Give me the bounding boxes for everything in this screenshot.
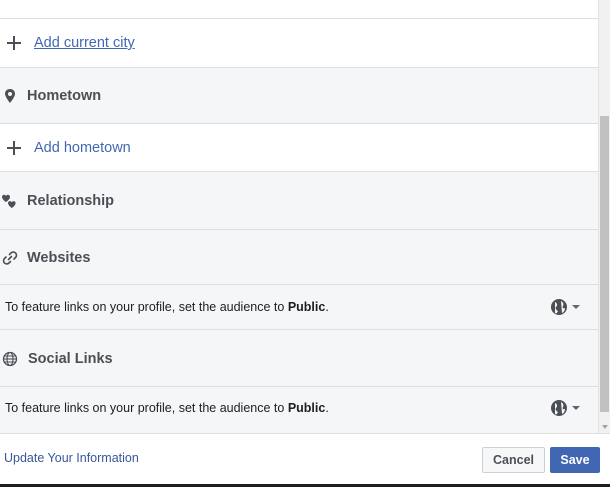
globe-icon: [551, 299, 580, 315]
cancel-button[interactable]: Cancel: [482, 447, 545, 473]
previous-row: [0, 0, 598, 18]
websites-audience-selector[interactable]: [550, 298, 582, 316]
websites-note: To feature links on your profile, set th…: [5, 300, 329, 314]
plus-icon: [7, 36, 21, 50]
vertical-scrollbar[interactable]: [598, 0, 610, 433]
relationship-section-header: Relationship: [0, 172, 598, 229]
add-current-city-row[interactable]: Add current city: [0, 19, 598, 67]
save-button[interactable]: Save: [550, 447, 600, 473]
social-links-audience-selector[interactable]: [550, 399, 582, 417]
update-your-information-link[interactable]: Update Your Information: [4, 451, 139, 465]
plus-icon: [7, 141, 21, 155]
relationship-title: Relationship: [27, 193, 115, 209]
websites-section-header: Websites: [0, 230, 598, 285]
globe-grid-icon: [2, 351, 18, 367]
map-pin-icon: [5, 89, 15, 103]
social-links-note: To feature links on your profile, set th…: [5, 401, 329, 415]
add-hometown-link[interactable]: Add hometown: [34, 140, 131, 156]
social-links-section-header: Social Links: [0, 330, 598, 386]
hearts-icon: [2, 194, 16, 208]
scroll-down-arrow-icon[interactable]: [602, 425, 608, 429]
social-links-title: Social Links: [28, 351, 113, 367]
link-icon: [2, 251, 18, 265]
hometown-title: Hometown: [27, 88, 102, 104]
hometown-section-header: Hometown: [0, 68, 598, 123]
add-current-city-link[interactable]: Add current city: [34, 35, 135, 51]
globe-icon: [551, 400, 580, 416]
edit-details-scroll-area: Add current city Hometown Add hometown R…: [0, 0, 598, 433]
websites-title: Websites: [27, 250, 91, 266]
websites-note-row: To feature links on your profile, set th…: [0, 285, 598, 329]
scrollbar-thumb[interactable]: [600, 116, 609, 412]
add-hometown-row[interactable]: Add hometown: [0, 124, 598, 171]
dialog-footer: Update Your Information Cancel Save: [0, 433, 610, 487]
social-links-note-row: To feature links on your profile, set th…: [0, 387, 598, 433]
